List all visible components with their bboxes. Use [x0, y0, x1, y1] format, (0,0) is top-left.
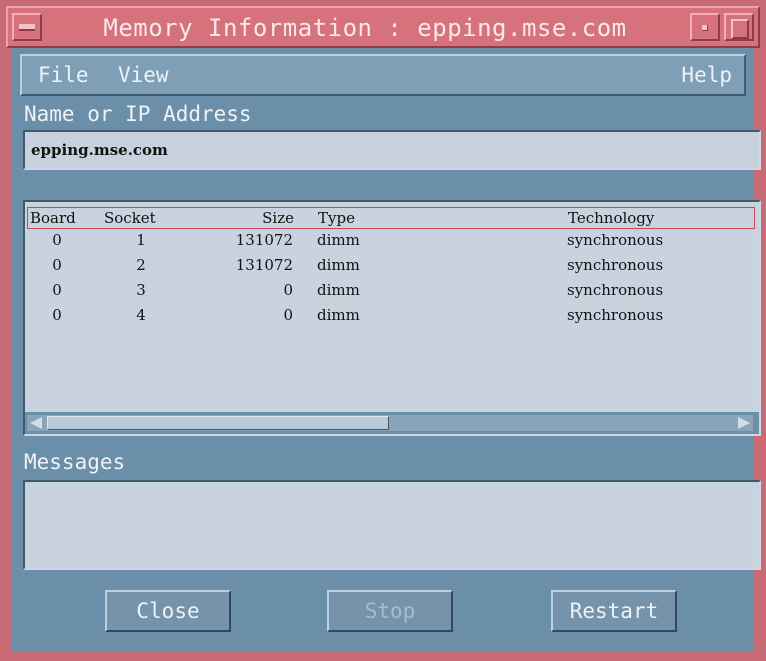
window-menu-icon — [19, 24, 35, 31]
memory-information-window: Memory Information : epping.mse.com File… — [0, 0, 766, 661]
scrollbar-thumb[interactable] — [47, 416, 389, 430]
scroll-right-arrow-icon[interactable] — [735, 415, 753, 431]
cell-socket: 2 — [136, 256, 146, 274]
menu-bar: File View Help — [20, 54, 746, 96]
name-or-ip-input[interactable] — [23, 130, 761, 170]
cell-technology: synchronous — [567, 256, 664, 274]
cell-board: 0 — [52, 256, 62, 274]
minimize-icon — [702, 25, 708, 31]
cell-technology: synchronous — [567, 281, 664, 299]
name-or-ip-label: Name or IP Address — [24, 102, 252, 126]
column-header-socket[interactable]: Socket — [104, 208, 180, 228]
window-title: Memory Information : epping.mse.com — [103, 14, 627, 42]
menu-help[interactable]: Help — [681, 62, 732, 88]
messages-label: Messages — [24, 450, 126, 474]
messages-area[interactable] — [23, 480, 761, 570]
client-area: File View Help Name or IP Address Board … — [12, 48, 761, 652]
maximize-button[interactable] — [724, 13, 754, 41]
maximize-icon — [731, 19, 749, 39]
restart-button[interactable]: Restart — [551, 590, 677, 632]
cell-size: 131072 — [235, 256, 293, 274]
stop-button[interactable]: Stop — [327, 590, 453, 632]
table-row[interactable]: 0 3 0 dimm synchronous — [27, 280, 755, 304]
cell-type: dimm — [317, 281, 360, 299]
window-menu-button[interactable] — [12, 13, 42, 41]
cell-size: 0 — [283, 306, 293, 324]
cell-socket: 3 — [136, 281, 146, 299]
table-row[interactable]: 0 1 131072 dimm synchronous — [27, 230, 755, 254]
title-bar[interactable]: Memory Information : epping.mse.com — [6, 6, 760, 48]
cell-type: dimm — [317, 306, 360, 324]
cell-socket: 1 — [136, 231, 146, 249]
table-row[interactable]: 0 4 0 dimm synchronous — [27, 305, 755, 329]
cell-type: dimm — [317, 231, 360, 249]
cell-technology: synchronous — [567, 306, 664, 324]
scroll-left-arrow-icon[interactable] — [27, 415, 45, 431]
table-row[interactable]: 0 2 131072 dimm synchronous — [27, 255, 755, 279]
menu-file[interactable]: File — [38, 62, 89, 88]
cell-size: 131072 — [235, 231, 293, 249]
menu-view[interactable]: View — [118, 62, 169, 88]
cell-socket: 4 — [136, 306, 146, 324]
column-header-technology[interactable]: Technology — [568, 208, 748, 228]
horizontal-scrollbar[interactable] — [25, 412, 759, 434]
cell-type: dimm — [317, 256, 360, 274]
cell-size: 0 — [283, 281, 293, 299]
cell-board: 0 — [52, 281, 62, 299]
column-header-type[interactable]: Type — [318, 208, 518, 228]
cell-board: 0 — [52, 231, 62, 249]
column-header-board[interactable]: Board — [30, 208, 86, 228]
column-header-size[interactable]: Size — [204, 208, 294, 228]
close-button[interactable]: Close — [105, 590, 231, 632]
cell-board: 0 — [52, 306, 62, 324]
list-header-row[interactable]: Board Socket Size Type Technology — [27, 207, 755, 229]
cell-technology: synchronous — [567, 231, 664, 249]
memory-list[interactable]: Board Socket Size Type Technology 0 1 13… — [23, 200, 761, 436]
scrollbar-track[interactable] — [27, 415, 753, 431]
minimize-button[interactable] — [690, 13, 720, 41]
